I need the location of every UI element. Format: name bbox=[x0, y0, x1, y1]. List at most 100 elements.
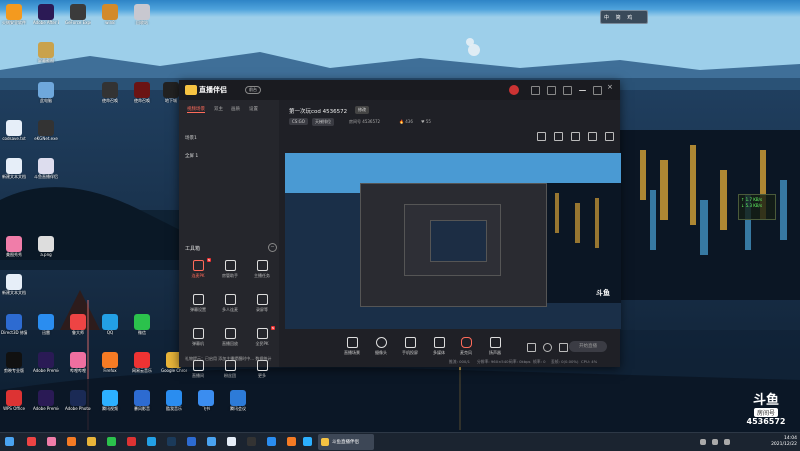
pinned-app-icon[interactable] bbox=[247, 437, 256, 446]
desktop-icon[interactable]: 暴风影音 bbox=[129, 390, 155, 411]
desktop-icon[interactable]: GeForce Experience bbox=[65, 4, 91, 25]
network-icon[interactable] bbox=[712, 439, 718, 445]
desktop-icon[interactable]: 使命召唤 bbox=[97, 82, 123, 103]
tool-live-room[interactable]: 直播间 bbox=[183, 360, 213, 379]
desktop-icon[interactable]: Direct3D 修复工具 bbox=[1, 314, 27, 335]
windows-start-icon[interactable] bbox=[5, 437, 14, 446]
toolbox-collapse-icon[interactable]: − bbox=[268, 243, 277, 252]
refresh-icon[interactable] bbox=[543, 343, 552, 352]
settings-icon[interactable] bbox=[547, 86, 556, 95]
maximize-icon[interactable] bbox=[593, 86, 602, 95]
tool-anchor-tasks[interactable]: 主播任务 bbox=[247, 260, 277, 279]
tool-all-pk[interactable]: N 全民PK bbox=[247, 326, 277, 347]
desktop-icon[interactable]: 腾讯视频 bbox=[97, 390, 123, 411]
pinned-app-icon[interactable] bbox=[67, 437, 76, 446]
desktop-icon[interactable]: 屏幕截图 bbox=[33, 42, 59, 63]
pinned-app-icon[interactable] bbox=[303, 437, 312, 446]
tool-more[interactable]: 更多 bbox=[247, 360, 277, 379]
qq-icon[interactable] bbox=[147, 437, 156, 446]
microphone-button[interactable]: 麦克风 bbox=[451, 337, 481, 356]
phone-cast-button[interactable]: 手机投屏 bbox=[395, 337, 425, 356]
ime-widget[interactable]: 中 简 鸡 bbox=[600, 10, 648, 24]
title-bar[interactable]: 直播伴侣 前台 × bbox=[179, 80, 620, 100]
scene-button[interactable]: 直播场景 bbox=[337, 337, 367, 356]
desktop-icon[interactable]: 回收站 bbox=[129, 4, 155, 25]
desktop-icon[interactable]: 斗鱼直播伴侣 bbox=[33, 158, 59, 179]
desktop-icon[interactable]: 新建文本文档 bbox=[1, 158, 27, 179]
clock[interactable]: 14:04 2021/12/22 bbox=[765, 436, 797, 448]
desktop-icon[interactable]: 飞书 bbox=[193, 390, 219, 411]
desktop-icon[interactable]: 使命召唤 bbox=[129, 82, 155, 103]
stream-preview[interactable]: 斗鱼 bbox=[285, 153, 621, 329]
scene-source-item[interactable]: 全屏 1 bbox=[185, 153, 198, 159]
share-icon[interactable] bbox=[605, 132, 614, 141]
explorer-icon[interactable] bbox=[227, 437, 236, 446]
desktop-icon[interactable]: eKGNet.exe bbox=[33, 120, 59, 141]
desktop-icon[interactable]: 微信 bbox=[129, 314, 155, 335]
pinned-app-icon[interactable] bbox=[47, 437, 56, 446]
tool-fan-club[interactable]: 粉丝团 bbox=[215, 360, 245, 379]
subcategory-tag[interactable]: 天梯排位 bbox=[312, 118, 334, 126]
pinned-app-icon[interactable] bbox=[267, 437, 276, 446]
tab-video-scene[interactable]: 视频场景 bbox=[187, 106, 205, 113]
tool-replay[interactable]: 直播回放 bbox=[215, 328, 245, 347]
wechat-icon[interactable] bbox=[107, 437, 116, 446]
gift-icon[interactable] bbox=[537, 132, 546, 141]
desktop-icon[interactable]: Adobe Premiere bbox=[33, 390, 59, 411]
category-tag[interactable]: CS:GO bbox=[289, 118, 308, 125]
start-live-button[interactable]: 开始直播 bbox=[569, 341, 607, 352]
tab-settings[interactable]: 设置 bbox=[249, 106, 258, 112]
ime-skin[interactable]: 鸡 bbox=[627, 14, 632, 21]
desktop-icon[interactable]: 美图秀秀 bbox=[1, 236, 27, 257]
steam-icon[interactable] bbox=[167, 437, 176, 446]
record-icon[interactable] bbox=[527, 343, 536, 352]
desktop-icon[interactable]: a.png bbox=[33, 236, 59, 257]
desktop-icon[interactable]: 此电脑 bbox=[33, 82, 59, 103]
desktop-icon[interactable]: Adobe Premiere bbox=[33, 352, 59, 373]
desktop-icon[interactable]: 哔哩哔哩 bbox=[65, 352, 91, 373]
ime-lang[interactable]: 中 bbox=[604, 14, 609, 21]
edit-title-button[interactable]: 修改 bbox=[355, 106, 369, 114]
tool-danmu-machine[interactable]: 弹幕机 bbox=[183, 328, 213, 347]
message-icon[interactable] bbox=[531, 86, 540, 95]
gear-icon[interactable] bbox=[559, 343, 568, 352]
tool-record[interactable]: 录屏等 bbox=[247, 294, 277, 313]
desktop-icon[interactable]: 火绒安全软件 bbox=[1, 4, 27, 25]
tool-danmu-settings[interactable]: 弹幕设置 bbox=[183, 294, 213, 313]
tool-mic-pk[interactable]: N 连麦PK bbox=[183, 258, 213, 279]
desktop-icon[interactable]: WPS Office bbox=[1, 390, 27, 411]
pinned-app-icon[interactable] bbox=[207, 437, 216, 446]
volume-icon[interactable] bbox=[724, 439, 730, 445]
tool-multi-mic[interactable]: 多人连麦 bbox=[215, 294, 245, 313]
chrome-icon[interactable] bbox=[87, 437, 96, 446]
tool-room-manager[interactable]: 房管助手 bbox=[215, 260, 245, 279]
speaker-button[interactable]: 扬声器 bbox=[480, 337, 510, 356]
desktop-icon[interactable]: Adobe After Effects bbox=[33, 4, 59, 25]
desktop-icon[interactable]: QQ bbox=[97, 314, 123, 335]
user-avatar[interactable] bbox=[509, 85, 519, 95]
desktop-icon[interactable]: 剪映专业版 bbox=[1, 352, 27, 373]
desktop-icon[interactable]: 迅雷 bbox=[33, 314, 59, 335]
desktop-icon[interactable]: 腾讯会议 bbox=[225, 390, 251, 411]
version-badge[interactable]: 前台 bbox=[245, 86, 261, 94]
taskbar-active-app[interactable]: 斗鱼直播伴侣 bbox=[318, 434, 374, 450]
desktop-icon[interactable]: codsave.txt bbox=[1, 120, 27, 141]
scene-selector[interactable]: 场景1 bbox=[185, 135, 197, 141]
desktop-icon[interactable]: 新建文本文档 bbox=[1, 274, 27, 295]
tab-quality[interactable]: 画质 bbox=[231, 106, 240, 112]
desktop-icon[interactable]: 酷我音乐 bbox=[161, 390, 187, 411]
camera-button[interactable]: 摄像头 bbox=[366, 337, 396, 356]
lock-icon[interactable] bbox=[554, 132, 563, 141]
desktop-icon[interactable]: Firefox bbox=[97, 352, 123, 373]
media-button[interactable]: 多媒体 bbox=[424, 337, 454, 356]
desktop-icon[interactable]: 鲁大师 bbox=[65, 314, 91, 335]
layout-icon[interactable] bbox=[588, 132, 597, 141]
camera-icon[interactable] bbox=[571, 132, 580, 141]
tab-dual[interactable]: 双主 bbox=[214, 106, 223, 112]
firefox-icon[interactable] bbox=[287, 437, 296, 446]
desktop-icon[interactable]: 网易云音乐 bbox=[129, 352, 155, 373]
pinned-app-icon[interactable] bbox=[27, 437, 36, 446]
close-icon[interactable]: × bbox=[607, 83, 614, 91]
menu-icon[interactable] bbox=[563, 86, 572, 95]
desktop-icon[interactable]: Adobe Photoshop bbox=[65, 390, 91, 411]
